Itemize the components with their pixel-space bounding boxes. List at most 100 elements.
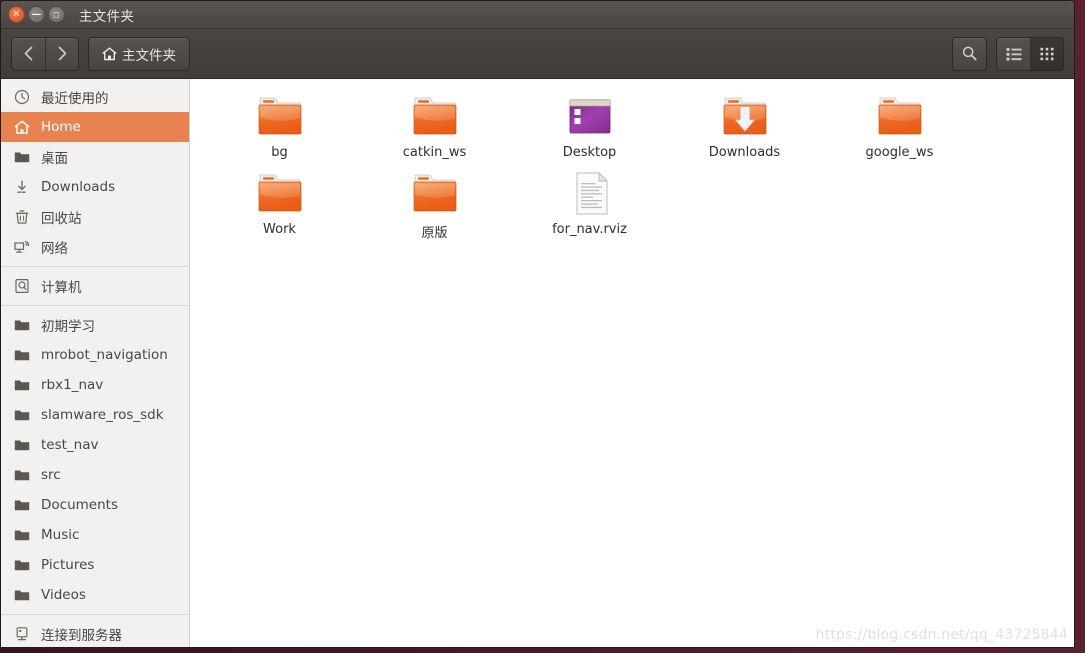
sidebar-item-rbx1-nav[interactable]: rbx1_nav — [1, 370, 189, 400]
sidebar-item-label: rbx1_nav — [41, 377, 104, 393]
trash-icon — [13, 209, 30, 226]
sidebar-item-label: src — [41, 467, 61, 483]
connect-server-icon — [13, 626, 30, 643]
file-item[interactable]: catkin_ws — [357, 91, 512, 168]
watermark-text: https://blog.csdn.net/qq_43725844 — [815, 627, 1068, 643]
sidebar-item-trash[interactable]: 回收站 — [1, 202, 189, 232]
search-icon — [962, 46, 977, 61]
sidebar-group-bookmarks: 初期学习 mrobot_navigation rbx1_nav slamware… — [1, 310, 189, 610]
window-title: 主文件夹 — [79, 8, 135, 25]
file-label: 原版 — [421, 226, 448, 241]
sidebar-item-label: 初期学习 — [41, 319, 95, 335]
list-view-icon — [1006, 47, 1021, 61]
sidebar-item-connect-to-server[interactable]: 连接到服务器 — [1, 619, 189, 647]
sidebar-item-music[interactable]: Music — [1, 520, 189, 550]
file-item[interactable]: Desktop — [512, 91, 667, 168]
file-item[interactable]: for_nav.rviz — [512, 168, 667, 245]
sidebar-item-test-nav[interactable]: test_nav — [1, 430, 189, 460]
document-icon — [564, 170, 616, 218]
sidebar-item-label: Home — [41, 119, 81, 135]
sidebar-item-label: 网络 — [41, 241, 68, 257]
sidebar-group-places: 最近使用的 Home 桌面 Downloads 回收站 网络 — [1, 82, 189, 262]
file-label: google_ws — [865, 145, 934, 160]
sidebar-item-chuqixuexi[interactable]: 初期学习 — [1, 310, 189, 340]
sidebar-item-mrobot-navigation[interactable]: mrobot_navigation — [1, 340, 189, 370]
search-button-group — [952, 36, 987, 71]
sidebar-item-network[interactable]: 网络 — [1, 232, 189, 262]
search-button[interactable] — [953, 38, 986, 70]
sidebar-item-pictures[interactable]: Pictures — [1, 550, 189, 580]
folder-icon — [13, 497, 30, 514]
sidebar-item-label: 桌面 — [41, 151, 68, 167]
minimize-button[interactable]: — — [28, 6, 45, 23]
sidebar-item-documents[interactable]: Documents — [1, 490, 189, 520]
close-icon: ✕ — [12, 8, 21, 20]
folder-icon — [874, 93, 926, 141]
sidebar-item-label: Videos — [41, 587, 86, 603]
folder-icon — [409, 93, 461, 141]
sidebar-item-label: test_nav — [41, 437, 99, 453]
maximize-icon: ◻ — [53, 9, 60, 19]
chevron-right-icon — [58, 46, 66, 61]
file-item[interactable]: 原版 — [357, 168, 512, 245]
path-label: 主文件夹 — [122, 47, 176, 64]
path-button-home[interactable]: 主文件夹 — [88, 36, 190, 71]
list-view-button[interactable] — [997, 38, 1030, 70]
home-icon — [102, 46, 117, 60]
folder-icon — [13, 437, 30, 454]
sidebar-item-label: 最近使用的 — [41, 91, 109, 107]
sidebar-item-label: slamware_ros_sdk — [41, 407, 164, 423]
sidebar-item-label: Pictures — [41, 557, 95, 573]
download-icon — [13, 179, 30, 196]
sidebar-separator — [1, 614, 189, 615]
sidebar-item-videos[interactable]: Videos — [1, 580, 189, 610]
sidebar-separator — [1, 266, 189, 267]
sidebar-item-src[interactable]: src — [1, 460, 189, 490]
folder-icon — [254, 93, 306, 141]
file-label: catkin_ws — [402, 145, 467, 160]
file-label: bg — [271, 145, 288, 160]
file-label: for_nav.rviz — [552, 222, 627, 237]
file-item[interactable]: Work — [202, 168, 357, 245]
folder-icon — [13, 557, 30, 574]
grid-view-button[interactable] — [1030, 37, 1063, 70]
sidebar-group-devices: 计算机 — [1, 271, 189, 301]
folder-icon — [13, 407, 30, 424]
sidebar-item-computer[interactable]: 计算机 — [1, 271, 189, 301]
sidebar-item-label: Documents — [41, 497, 118, 513]
minimize-icon: — — [31, 8, 42, 20]
sidebar-item-label: 连接到服务器 — [41, 628, 122, 644]
network-icon — [13, 239, 30, 256]
sidebar-item-label: 回收站 — [41, 211, 82, 227]
file-label: Work — [263, 222, 296, 237]
sidebar-item-slamware-ros-sdk[interactable]: slamware_ros_sdk — [1, 400, 189, 430]
file-label: Desktop — [562, 145, 617, 160]
sidebar-item-home[interactable]: Home — [1, 112, 189, 142]
file-item[interactable]: Downloads — [667, 91, 822, 168]
navigation-buttons — [11, 36, 79, 71]
icon-grid: bg catkin_ws Desktop Downloads google_ws… — [202, 91, 1074, 245]
file-list-area[interactable]: bg catkin_ws Desktop Downloads google_ws… — [190, 79, 1074, 647]
sidebar-item-downloads[interactable]: Downloads — [1, 172, 189, 202]
sidebar-separator — [1, 305, 189, 306]
view-toggle-group — [996, 36, 1064, 71]
home-icon — [13, 119, 30, 136]
folder-icon — [254, 170, 306, 218]
maximize-button[interactable]: ◻ — [48, 6, 65, 23]
chevron-left-icon — [24, 46, 33, 61]
folder-icon — [13, 149, 30, 166]
file-item[interactable]: google_ws — [822, 91, 977, 168]
sidebar-item-label: Downloads — [41, 179, 116, 195]
sidebar-item-label: mrobot_navigation — [41, 347, 168, 363]
sidebar-item-desktop[interactable]: 桌面 — [1, 142, 189, 172]
forward-button[interactable] — [45, 37, 78, 70]
file-item[interactable]: bg — [202, 91, 357, 168]
sidebar-item-recent[interactable]: 最近使用的 — [1, 82, 189, 112]
back-button[interactable] — [12, 38, 45, 70]
downloads-folder-icon — [719, 93, 771, 141]
window-titlebar: ✕ — ◻ 主文件夹 — [1, 1, 1074, 29]
computer-icon — [13, 278, 30, 295]
close-button[interactable]: ✕ — [8, 6, 25, 23]
folder-icon — [13, 467, 30, 484]
sidebar-group-network: 连接到服务器 — [1, 619, 189, 647]
